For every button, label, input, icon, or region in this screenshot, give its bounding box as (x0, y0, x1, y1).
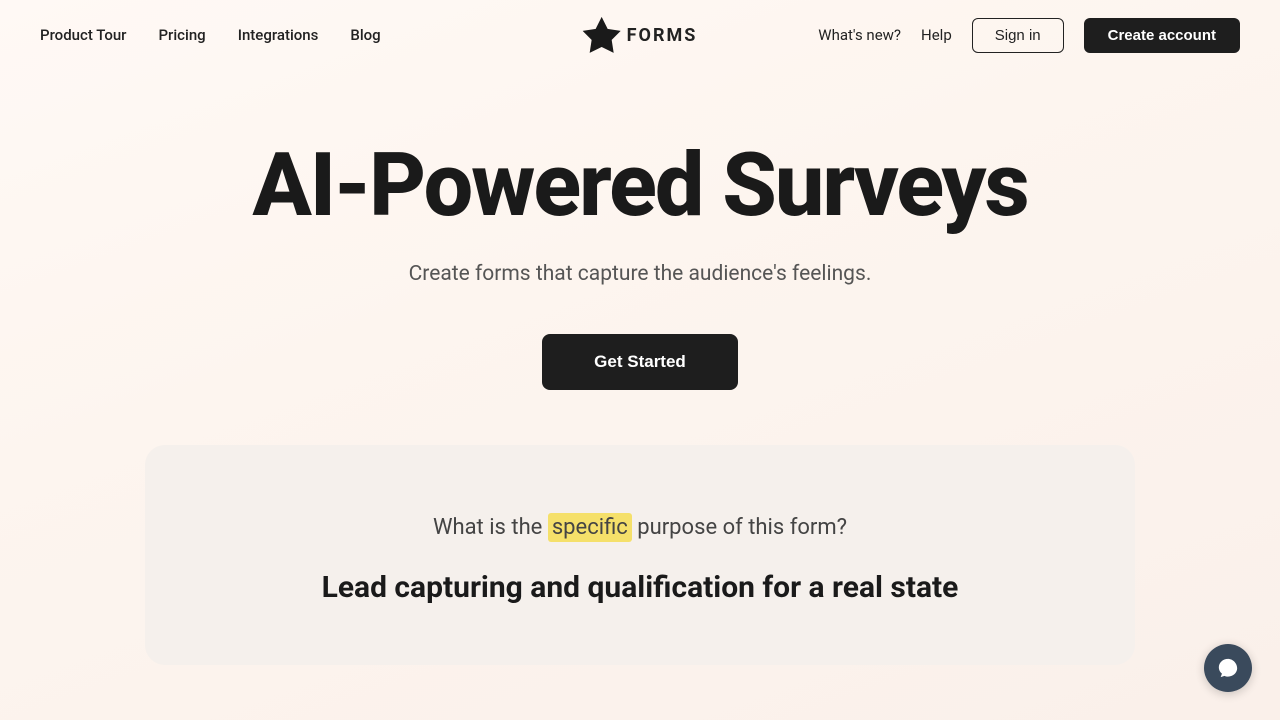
chat-support-button[interactable] (1204, 644, 1252, 692)
nav-link-pricing[interactable]: Pricing (158, 26, 205, 44)
logo-icon (583, 16, 621, 54)
nav-link-product-tour[interactable]: Product Tour (40, 26, 126, 44)
nav-link-whats-new[interactable]: What's new? (818, 26, 901, 44)
get-started-button[interactable]: Get Started (542, 334, 738, 390)
demo-question: What is the specific purpose of this for… (205, 515, 1075, 540)
signin-button[interactable]: Sign in (972, 18, 1064, 53)
chat-icon (1217, 657, 1239, 679)
hero-title: AI-Powered Surveys (0, 140, 1280, 232)
nav-right: What's new? Help Sign in Create account (818, 18, 1240, 53)
hero-section: AI-Powered Surveys Create forms that cap… (0, 70, 1280, 665)
demo-card: What is the specific purpose of this for… (145, 445, 1135, 665)
nav-left: Product Tour Pricing Integrations Blog (40, 26, 381, 44)
nav-link-integrations[interactable]: Integrations (238, 26, 319, 44)
logo-text: FORMS (627, 25, 698, 46)
nav-link-blog[interactable]: Blog (350, 26, 380, 44)
navbar: Product Tour Pricing Integrations Blog F… (0, 0, 1280, 70)
demo-answer: Lead capturing and qualification for a r… (205, 568, 1075, 607)
nav-link-help[interactable]: Help (921, 26, 952, 44)
demo-question-after-text: purpose of this form? (637, 515, 847, 540)
demo-question-before: What is the (433, 515, 542, 540)
demo-question-highlight: specific (548, 513, 632, 542)
logo[interactable]: FORMS (583, 16, 698, 54)
hero-subtitle: Create forms that capture the audience's… (0, 262, 1280, 286)
create-account-button[interactable]: Create account (1084, 18, 1240, 53)
